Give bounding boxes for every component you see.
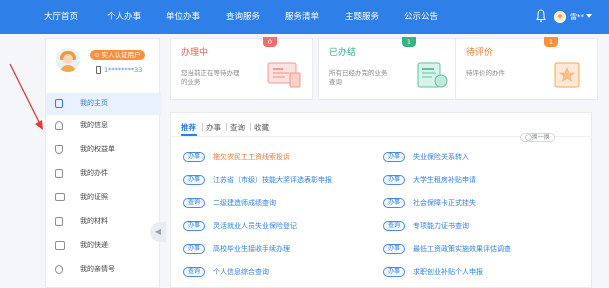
service-tag: 查询 [383, 221, 405, 231]
sidebar-item-label: 我的亲情号 [80, 265, 115, 273]
count-badge: 1 [402, 37, 416, 47]
document-icon [55, 169, 63, 178]
sidebar-item-materials[interactable]: 我的材料 [46, 211, 161, 233]
tab-divider [226, 123, 227, 131]
sidebar-item-licenses[interactable]: 我的证照 [46, 187, 161, 209]
service-tag: 办事 [183, 152, 205, 162]
sidebar-item-cases[interactable]: 我的办件 [46, 163, 161, 185]
service-link[interactable]: 高校毕业生接收手续办理 [213, 244, 290, 254]
document-check-illustration-icon [417, 62, 448, 88]
sidebar-item-label: 我的证照 [80, 193, 108, 201]
sidebar-item-info[interactable]: 我的信息 [46, 115, 161, 137]
service-panel: 推荐 办事 查询 收藏 ◯换一换 办事 拖欠农民工工资线索投诉 办事 江苏省（市… [170, 112, 593, 288]
tab-query[interactable]: 查询 [230, 122, 245, 133]
id-card-icon [55, 193, 65, 201]
service-tag: 查询 [183, 267, 205, 277]
service-link[interactable]: 大学生租房补贴申请 [413, 175, 476, 185]
nav-company[interactable]: 单位办事 [166, 11, 200, 23]
sidebar-item-label: 我的权益单 [80, 145, 115, 153]
service-link[interactable]: 个人信息综合查询 [213, 267, 269, 277]
nav-home[interactable]: 大厅首页 [44, 11, 78, 23]
service-link[interactable]: 专项能力证书查询 [413, 221, 469, 231]
nav-service-list[interactable]: 服务清单 [285, 11, 319, 23]
count-badge: 1 [544, 37, 558, 47]
verified-badge: ⊙ 实人认证用户 [90, 50, 145, 60]
nav-query[interactable]: 查询服务 [226, 11, 260, 23]
card-description: 所有已经办完的业务查询 [329, 69, 388, 86]
computer-illustration-icon [267, 62, 301, 88]
service-link[interactable]: 灵活就业人员失业保险登记 [213, 221, 297, 231]
sidebar-collapse-button[interactable]: ◀ [150, 222, 166, 242]
sidebar-item-home[interactable]: 我的主页 [46, 93, 161, 115]
phone-icon [96, 66, 101, 74]
username[interactable]: 雷** [570, 12, 584, 22]
shield-icon [55, 145, 63, 154]
service-tag: 办事 [383, 175, 405, 185]
home-icon [55, 99, 63, 108]
service-link[interactable]: 拖欠农民工工资线索投诉 [213, 152, 290, 162]
count-badge: 0 [263, 37, 277, 47]
service-link[interactable]: 二级建造师成绩查询 [213, 198, 276, 208]
card-title: 办理中 [181, 48, 209, 58]
card-title: 已办结 [329, 48, 357, 58]
bell-icon[interactable] [536, 9, 546, 23]
service-tag: 办事 [383, 152, 405, 162]
service-tag: 办事 [383, 198, 405, 208]
tab-favorites[interactable]: 收藏 [254, 122, 269, 133]
service-tag: 查询 [183, 198, 205, 208]
service-link[interactable]: 江苏省（市级）技能大奖评选表彰申报 [213, 175, 332, 185]
package-icon [55, 241, 65, 250]
tab-handle[interactable]: 办事 [206, 122, 221, 133]
nav-personal[interactable]: 个人办事 [107, 11, 141, 23]
folder-icon [55, 217, 63, 226]
star-illustration-icon [554, 62, 580, 88]
card-description: 待评价的办件 [466, 69, 505, 77]
nav-notice[interactable]: 公示公告 [404, 11, 438, 23]
family-icon [55, 265, 63, 274]
sidebar-item-label: 我的快递 [80, 241, 108, 249]
service-tag: 办事 [183, 221, 205, 231]
sidebar-item-express[interactable]: 我的快递 [46, 235, 161, 257]
tab-recommend[interactable]: 推荐 [181, 122, 196, 133]
phone-number: 1********33 [104, 66, 143, 74]
sidebar-item-label: 我的办件 [80, 169, 108, 177]
service-link[interactable]: 求职创业补贴个人申报 [413, 267, 483, 277]
service-link[interactable]: 社会保障卡正式挂失 [413, 198, 476, 208]
card-completed[interactable]: 已办结 所有已经办完的业务查询 1 [318, 37, 461, 100]
sidebar: ⊙ 实人认证用户 1********33 我的主页 我的信息 我的权益单 我的办… [45, 38, 161, 288]
sidebar-item-label: 我的信息 [80, 121, 108, 129]
avatar [56, 48, 80, 72]
service-link[interactable]: 失业保险关系转入 [413, 152, 469, 162]
service-link[interactable]: 最低工资政策实施效果评估调查 [413, 244, 511, 254]
chevron-down-icon[interactable] [586, 14, 592, 18]
sidebar-item-label: 我的主页 [80, 99, 108, 107]
refresh-button[interactable]: ◯换一换 [520, 133, 555, 142]
user-avatar[interactable] [554, 11, 566, 23]
card-to-evaluate[interactable]: 待评价 待评价的办件 1 [455, 37, 598, 100]
sidebar-item-rights[interactable]: 我的权益单 [46, 139, 161, 161]
top-nav-bar: 大厅首页 个人办事 单位办事 查询服务 服务清单 主题服务 公示公告 雷** [0, 0, 609, 34]
card-title: 待评价 [466, 48, 494, 58]
service-tag: 办事 [183, 244, 205, 254]
service-tag: 办事 [383, 267, 405, 277]
user-icon [55, 121, 63, 130]
service-tag: 办事 [183, 175, 205, 185]
card-description: 您当前正在等待办理的业务 [181, 69, 240, 86]
sidebar-item-family[interactable]: 我的亲情号 [46, 259, 161, 281]
profile-panel: ⊙ 实人认证用户 1********33 [46, 39, 161, 89]
card-in-progress[interactable]: 办理中 您当前正在等待办理的业务 0 [170, 37, 313, 100]
tab-divider [250, 123, 251, 131]
verified-badge-label: 实人认证用户 [101, 51, 141, 59]
tab-divider [202, 123, 203, 131]
nav-theme[interactable]: 主题服务 [345, 11, 379, 23]
sidebar-item-label: 我的材料 [80, 217, 108, 225]
service-tag: 办事 [383, 244, 405, 254]
